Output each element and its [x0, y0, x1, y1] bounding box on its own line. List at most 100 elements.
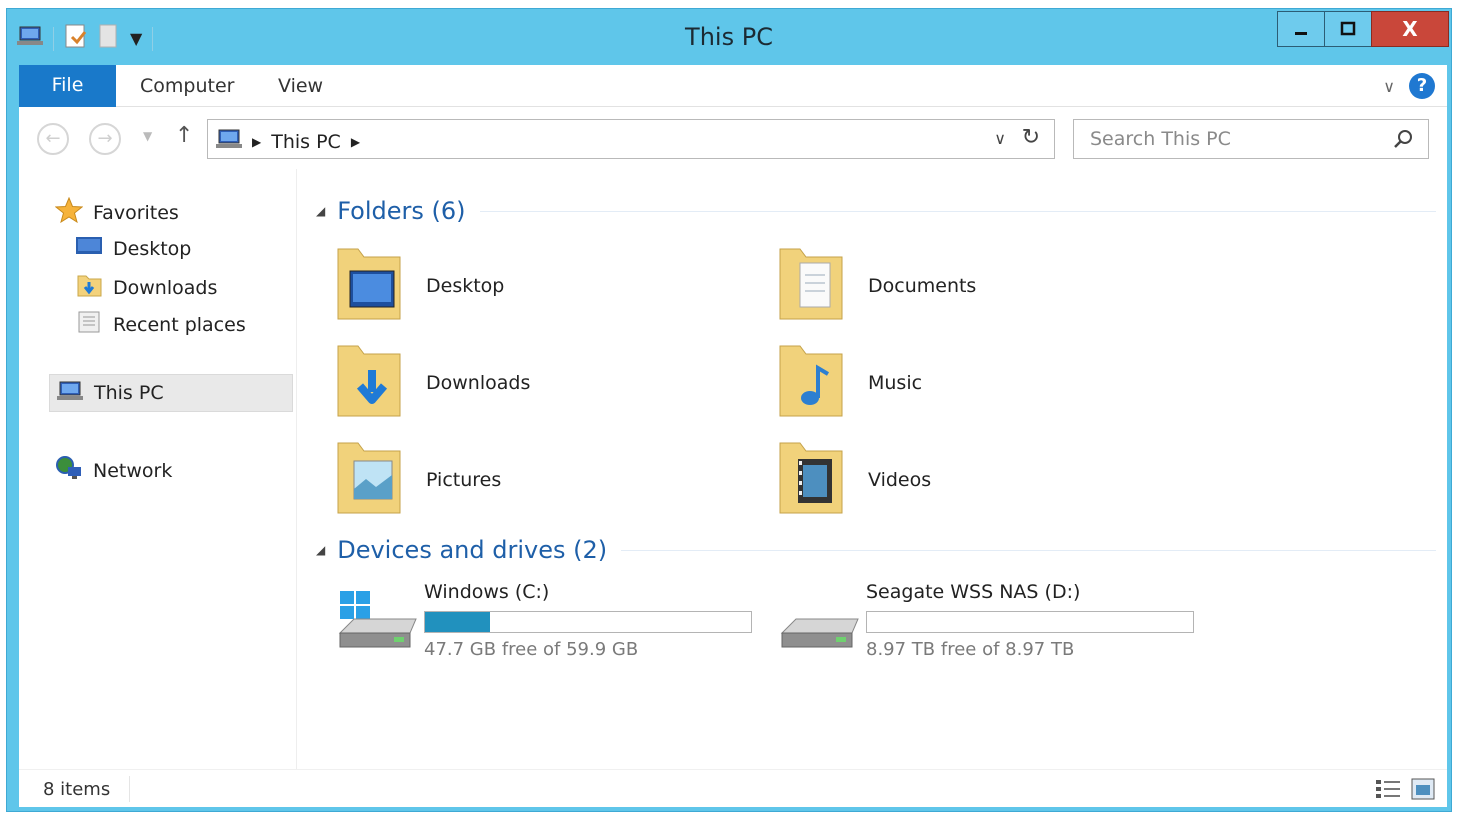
drive-usage-bar: [866, 611, 1194, 633]
folder-label: Documents: [868, 274, 977, 297]
group-divider: [621, 549, 1436, 551]
folder-item-videos[interactable]: Videos: [778, 437, 931, 522]
tab-computer[interactable]: Computer: [140, 75, 234, 97]
nav-item-favorites[interactable]: Favorites: [54, 196, 179, 228]
item-count: 8 items: [43, 779, 111, 800]
address-bar[interactable]: ▶ This PC ▶ ∨ ↻: [207, 119, 1055, 159]
nav-label: Desktop: [113, 237, 192, 260]
back-arrow-icon: ←: [45, 128, 61, 149]
windows-drive-icon: [336, 591, 418, 660]
group-label: Devices and drives (2): [337, 536, 608, 564]
ribbon: File Computer View ∨ ?: [19, 65, 1447, 107]
drive-usage-bar: [424, 611, 752, 633]
status-separator: [129, 776, 130, 802]
folder-label: Downloads: [426, 371, 531, 394]
address-row: ← → ▼ ↑ ▶ This PC ▶ ∨ ↻: [19, 107, 1447, 169]
up-button[interactable]: ↑: [175, 123, 193, 148]
group-divider: [479, 210, 1436, 212]
status-bar: 8 items: [19, 769, 1447, 807]
nav-item-downloads[interactable]: Downloads: [75, 272, 217, 303]
group-header-devices[interactable]: ◢ Devices and drives (2): [316, 536, 1436, 564]
drive-free-space: 8.97 TB free of 8.97 TB: [866, 639, 1075, 660]
minimize-icon: [1295, 32, 1307, 35]
desktop-folder-icon: [336, 243, 404, 328]
pictures-folder-icon: [336, 437, 404, 522]
content-area: Favorites Desktop Downloads Recent place…: [19, 169, 1447, 769]
breadcrumb: ▶ This PC ▶: [216, 128, 360, 155]
breadcrumb-this-pc[interactable]: This PC: [271, 131, 341, 153]
downloads-folder-icon: [336, 340, 404, 425]
computer-icon: [56, 380, 84, 407]
drive-item-c[interactable]: Windows (C:) 47.7 GB free of 59.9 GB: [336, 581, 756, 661]
collapse-group-icon: ◢: [316, 204, 326, 218]
details-view-icon: [1376, 780, 1400, 798]
tab-view[interactable]: View: [278, 75, 323, 97]
large-icons-view-icon: [1411, 778, 1435, 800]
folder-item-downloads[interactable]: Downloads: [336, 340, 530, 425]
nav-label: This PC: [94, 382, 164, 404]
collapse-group-icon: ◢: [316, 543, 326, 557]
window-title: This PC: [685, 23, 773, 51]
maximize-button[interactable]: [1324, 11, 1372, 47]
title-bar: ▼ This PC X: [7, 9, 1451, 65]
search-box: [1073, 119, 1429, 159]
nav-label: Recent places: [113, 313, 246, 336]
drive-label: Windows (C:): [424, 581, 550, 603]
nav-item-network[interactable]: Network: [55, 455, 172, 486]
breadcrumb-arrow-icon[interactable]: ▶: [351, 135, 360, 149]
close-button[interactable]: X: [1371, 11, 1449, 47]
forward-arrow-icon: →: [97, 128, 113, 149]
maximize-icon: [1340, 21, 1356, 36]
folder-item-desktop[interactable]: Desktop: [336, 243, 504, 328]
minimize-button[interactable]: [1277, 11, 1325, 47]
folder-item-music[interactable]: Music: [778, 340, 922, 425]
folder-label: Pictures: [426, 468, 502, 491]
navigation-pane: Favorites Desktop Downloads Recent place…: [19, 169, 297, 769]
music-folder-icon: [778, 340, 846, 425]
group-label: Folders (6): [337, 197, 466, 225]
group-header-folders[interactable]: ◢ Folders (6): [316, 197, 1436, 225]
recent-places-icon: [75, 309, 103, 340]
large-icons-view-button[interactable]: [1411, 778, 1435, 805]
star-icon: [54, 196, 84, 228]
folder-item-documents[interactable]: Documents: [778, 243, 976, 328]
tab-file[interactable]: File: [19, 65, 116, 107]
search-icon[interactable]: [1392, 128, 1414, 155]
nav-label: Favorites: [93, 201, 179, 224]
address-history-dropdown-icon[interactable]: ∨: [994, 129, 1006, 148]
expand-ribbon-icon[interactable]: ∨: [1383, 77, 1395, 96]
nav-label: Network: [93, 459, 173, 482]
folder-item-pictures[interactable]: Pictures: [336, 437, 501, 522]
hard-drive-icon: [778, 603, 860, 660]
downloads-folder-icon: [75, 272, 103, 303]
forward-button[interactable]: →: [89, 123, 121, 155]
refresh-icon[interactable]: ↻: [1022, 125, 1040, 150]
recent-locations-dropdown[interactable]: ▼: [143, 129, 152, 143]
breadcrumb-arrow-icon[interactable]: ▶: [252, 135, 261, 149]
folder-label: Videos: [868, 468, 932, 491]
drive-usage-fill: [425, 612, 491, 632]
documents-folder-icon: [778, 243, 846, 328]
help-icon[interactable]: ?: [1409, 73, 1435, 99]
search-input[interactable]: [1074, 120, 1374, 158]
drive-item-d[interactable]: Seagate WSS NAS (D:) 8.97 TB free of 8.9…: [778, 581, 1198, 661]
network-icon: [55, 455, 83, 486]
explorer-window: ▼ This PC X File Computer View ∨ ? ← → ▼…: [6, 8, 1452, 812]
window-controls: X: [1277, 11, 1449, 47]
folder-label: Desktop: [426, 274, 505, 297]
nav-label: Downloads: [113, 276, 218, 299]
up-arrow-icon: ↑: [175, 123, 194, 148]
drive-free-space: 47.7 GB free of 59.9 GB: [424, 639, 639, 660]
drive-label: Seagate WSS NAS (D:): [866, 581, 1081, 603]
computer-icon: [216, 128, 242, 155]
videos-folder-icon: [778, 437, 846, 522]
folder-label: Music: [868, 371, 923, 394]
nav-item-recent-places[interactable]: Recent places: [75, 309, 246, 340]
close-icon: X: [1402, 17, 1418, 41]
back-button[interactable]: ←: [37, 123, 69, 155]
details-view-button[interactable]: [1375, 778, 1401, 805]
nav-item-this-pc[interactable]: This PC: [49, 374, 293, 412]
main-pane: ◢ Folders (6) Desktop Documents Download…: [298, 169, 1447, 769]
nav-item-desktop[interactable]: Desktop: [75, 235, 191, 262]
desktop-icon: [75, 235, 103, 262]
